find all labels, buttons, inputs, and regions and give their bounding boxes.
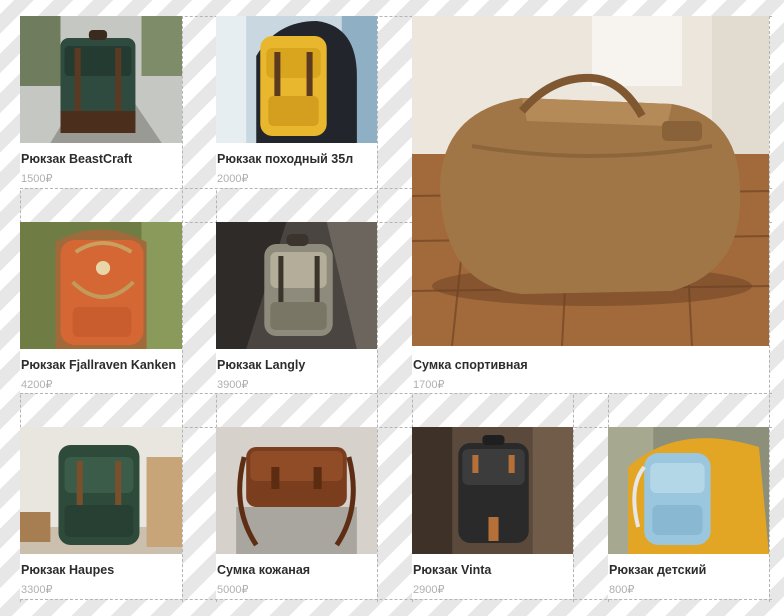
product-card[interactable]: Сумка кожаная 5000₽ bbox=[216, 427, 377, 599]
product-price: 3300₽ bbox=[21, 584, 53, 596]
backpack-photo-icon bbox=[20, 222, 182, 349]
product-card[interactable]: Рюкзак детский 800₽ bbox=[608, 427, 769, 599]
backpack-photo-icon bbox=[608, 427, 769, 554]
product-image[interactable] bbox=[216, 222, 377, 349]
product-title[interactable]: Рюкзак Haupes bbox=[21, 563, 114, 577]
product-grid: Рюкзак BeastCraft 1500₽ Рюкзак походный … bbox=[0, 0, 784, 616]
product-price: 3900₽ bbox=[217, 379, 249, 391]
grid-guide bbox=[377, 16, 378, 602]
product-image[interactable] bbox=[20, 16, 182, 143]
backpack-photo-icon bbox=[20, 427, 182, 554]
product-price: 4200₽ bbox=[21, 379, 53, 391]
product-card[interactable]: Рюкзак BeastCraft 1500₽ bbox=[20, 16, 182, 188]
product-card[interactable]: Рюкзак Fjallraven Kanken 4200₽ bbox=[20, 222, 182, 393]
backpack-photo-icon bbox=[216, 16, 377, 143]
product-image[interactable] bbox=[412, 427, 573, 554]
backpack-photo-icon bbox=[216, 222, 377, 349]
grid-guide bbox=[769, 16, 770, 602]
product-image[interactable] bbox=[20, 427, 182, 554]
product-title[interactable]: Сумка кожаная bbox=[217, 563, 310, 577]
product-price: 800₽ bbox=[609, 584, 635, 596]
product-title[interactable]: Рюкзак BeastCraft bbox=[21, 152, 132, 166]
grid-guide bbox=[20, 393, 772, 394]
product-title[interactable]: Рюкзак Vinta bbox=[413, 563, 491, 577]
product-price: 1700₽ bbox=[413, 379, 445, 391]
product-image[interactable] bbox=[608, 427, 769, 554]
product-price: 2000₽ bbox=[217, 173, 249, 185]
product-card[interactable]: Рюкзак походный 35л 2000₽ bbox=[216, 16, 377, 188]
product-image[interactable] bbox=[216, 16, 377, 143]
product-image[interactable] bbox=[20, 222, 182, 349]
product-card[interactable]: Рюкзак Vinta 2900₽ bbox=[412, 427, 573, 599]
product-price: 5000₽ bbox=[217, 584, 249, 596]
grid-guide bbox=[20, 599, 772, 600]
product-image[interactable] bbox=[412, 16, 769, 346]
product-card[interactable]: Рюкзак Haupes 3300₽ bbox=[20, 427, 182, 599]
product-card[interactable]: Сумка спортивная 1700₽ bbox=[412, 16, 769, 393]
leather-bag-photo-icon bbox=[216, 427, 377, 554]
backpack-photo-icon bbox=[20, 16, 182, 143]
product-title[interactable]: Сумка спортивная bbox=[413, 358, 528, 372]
product-title[interactable]: Рюкзак детский bbox=[609, 563, 706, 577]
grid-guide bbox=[182, 16, 183, 602]
product-image[interactable] bbox=[216, 427, 377, 554]
product-price: 2900₽ bbox=[413, 584, 445, 596]
product-card[interactable]: Рюкзак Langly 3900₽ bbox=[216, 222, 377, 393]
product-title[interactable]: Рюкзак походный 35л bbox=[217, 152, 353, 166]
product-price: 1500₽ bbox=[21, 173, 53, 185]
product-title[interactable]: Рюкзак Langly bbox=[217, 358, 305, 372]
backpack-photo-icon bbox=[412, 427, 573, 554]
duffel-bag-photo-icon bbox=[412, 16, 769, 346]
product-title[interactable]: Рюкзак Fjallraven Kanken bbox=[21, 358, 176, 372]
